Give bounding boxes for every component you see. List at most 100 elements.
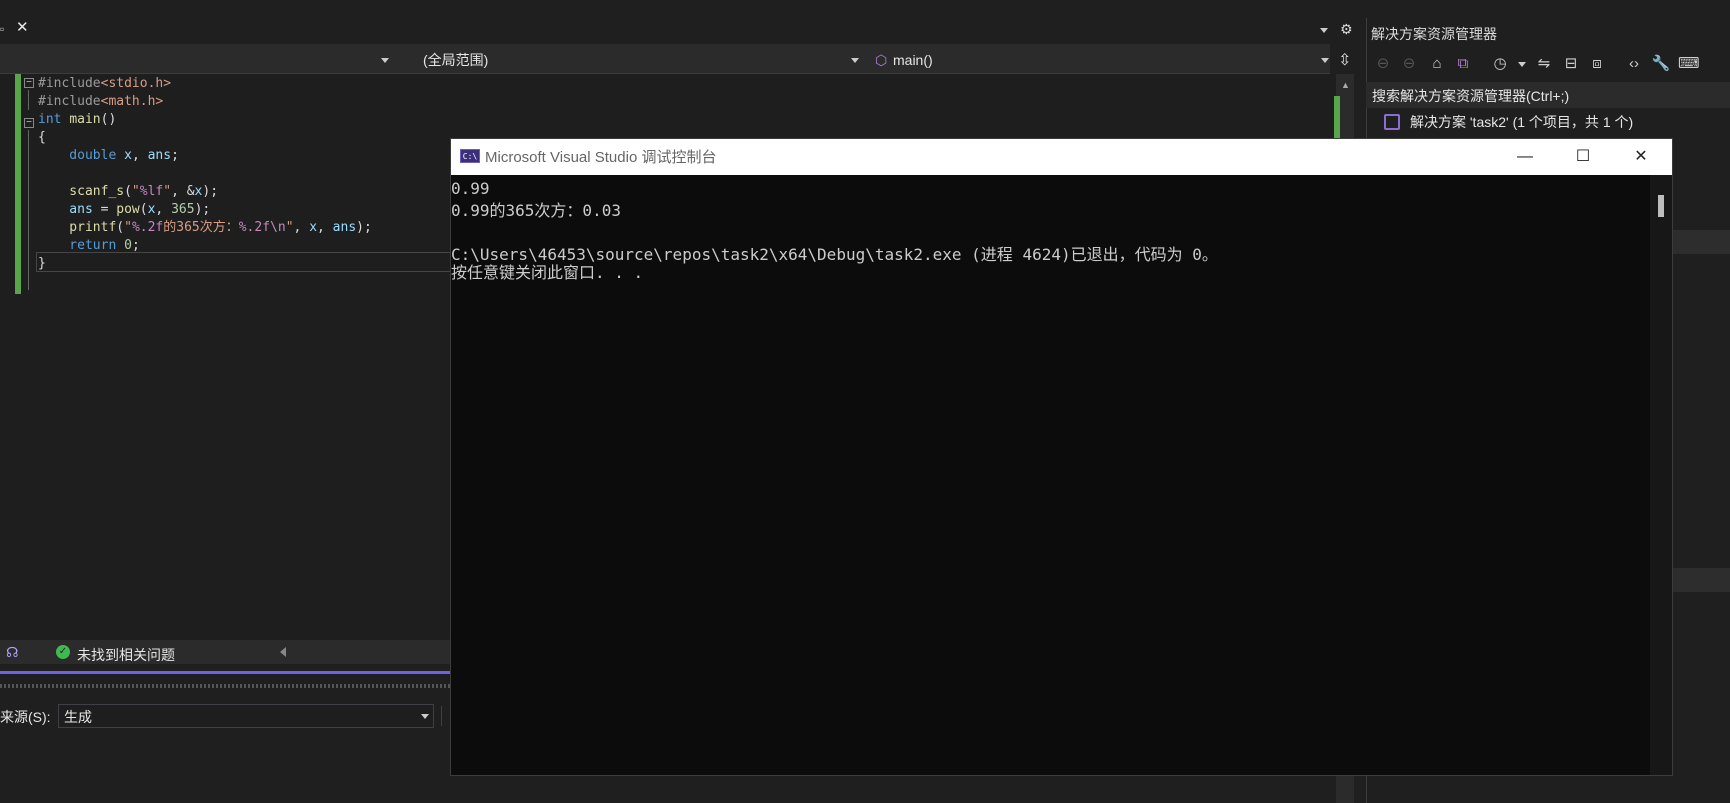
editor-tab-bar (0, 18, 1350, 44)
home-icon[interactable]: ⌂ (1427, 54, 1447, 74)
code-token: main (69, 112, 101, 127)
view-code-icon[interactable]: ‹› (1624, 54, 1644, 74)
code-line[interactable]: double x, ans; (38, 146, 179, 166)
code-token: ); (356, 220, 372, 235)
code-token: , (155, 202, 172, 217)
code-line[interactable]: scanf_s("%lf", &x); (38, 182, 218, 202)
code-token: x (309, 220, 318, 235)
code-token: = (92, 202, 117, 217)
scope-combo[interactable]: (全局范围) (402, 48, 862, 70)
project-combo[interactable] (0, 48, 392, 70)
code-token: 365 (171, 202, 195, 217)
console-scrollbar[interactable] (1650, 175, 1672, 775)
sync-icon[interactable]: ⇋ (1534, 54, 1554, 74)
code-line[interactable]: #include<math.h> (38, 92, 163, 112)
solution-tree-item[interactable]: 解决方案 'task2' (1 个项目，共 1 个) (1410, 112, 1633, 132)
console-line: 0.99的365次方：0.03 (451, 201, 621, 220)
minimize-button[interactable]: — (1497, 139, 1553, 175)
properties-wrench-icon[interactable]: 🔧 (1651, 54, 1671, 74)
gear-icon[interactable]: ⚙ (1340, 21, 1353, 38)
switch-views-icon[interactable]: ⧉ (1453, 54, 1473, 74)
collapse-all-icon[interactable]: ⊟ (1561, 54, 1581, 74)
code-token: ( (116, 220, 125, 235)
pin-icon[interactable]: ▫ (0, 22, 8, 36)
code-token: <math.h> (100, 94, 164, 109)
solution-explorer-title: 解决方案资源管理器 (1371, 26, 1497, 42)
chevron-down-icon (381, 58, 389, 63)
console-line: 按任意键关闭此窗口. . . (451, 263, 644, 282)
code-token: ; (131, 238, 140, 253)
code-token: { (38, 130, 46, 145)
code-token: ans (38, 202, 93, 217)
code-token: scanf_s (38, 184, 125, 199)
code-line[interactable]: return 0; (38, 236, 140, 256)
toolbar-divider (441, 706, 442, 726)
close-tab-icon[interactable]: ✕ (16, 20, 32, 36)
code-token: #include (38, 76, 101, 91)
code-token: " (163, 184, 172, 199)
close-button[interactable]: ✕ (1613, 139, 1669, 175)
tab-list-dropdown-icon[interactable] (1320, 28, 1328, 33)
output-panel (0, 674, 450, 803)
console-line: 0.99 (451, 179, 490, 198)
fold-guide (28, 130, 29, 290)
show-all-files-icon[interactable]: ⧈ (1587, 54, 1607, 74)
member-combo[interactable]: ⬡ main() (870, 48, 1330, 70)
code-line[interactable]: } (38, 254, 46, 274)
output-source-select[interactable]: 生成 (58, 704, 434, 728)
collapse-icon[interactable]: − (24, 118, 34, 128)
code-token: %.2f (131, 220, 164, 235)
chevron-down-icon[interactable] (1518, 62, 1526, 67)
code-token: 0 (124, 238, 132, 253)
code-token: ( (139, 202, 148, 217)
code-token: 的365次方： (163, 220, 239, 235)
code-token: , & (171, 184, 195, 199)
member-combo-value: main() (893, 52, 933, 68)
scroll-left-icon[interactable] (280, 647, 286, 657)
code-token: , (317, 220, 333, 235)
code-line[interactable]: int main() (38, 110, 116, 130)
cube-icon: ⬡ (875, 52, 888, 68)
solution-search-box[interactable]: 搜索解决方案资源管理器(Ctrl+;) (1366, 82, 1730, 108)
code-token: ; (171, 148, 179, 163)
check-circle-icon: ✓ (56, 645, 70, 659)
code-line[interactable]: ans = pow(x, 365); (38, 200, 210, 220)
forward-icon[interactable]: ⊖ (1399, 54, 1419, 74)
code-line[interactable]: { (38, 128, 46, 148)
scroll-up-icon[interactable]: ▲ (1341, 80, 1350, 90)
maximize-button[interactable]: ☐ (1555, 139, 1611, 175)
console-title: Microsoft Visual Studio 调试控制台 (485, 149, 717, 166)
issues-status-text[interactable]: 未找到相关问题 (77, 645, 175, 665)
code-token: double (38, 148, 117, 163)
preview-icon[interactable]: ⌨ (1678, 54, 1700, 74)
collapse-icon[interactable]: − (24, 78, 34, 88)
panel-gripper[interactable] (0, 684, 450, 688)
console-scrollbar-thumb[interactable] (1658, 195, 1664, 217)
pending-changes-icon[interactable]: ◷ (1490, 54, 1510, 74)
solution-icon (1384, 114, 1400, 130)
intellicode-icon[interactable]: ☊ (6, 644, 18, 661)
code-token: ); (194, 202, 211, 217)
console-app-icon: C:\ (460, 149, 480, 163)
code-token: <stdio.h> (100, 76, 172, 91)
code-line[interactable]: #include<stdio.h> (38, 74, 171, 94)
code-token: () (100, 112, 117, 127)
code-token: x (124, 148, 132, 163)
debug-console-window[interactable] (450, 138, 1673, 776)
code-token: pow (116, 202, 140, 217)
split-window-icon[interactable]: ⇳ (1338, 50, 1351, 70)
code-line[interactable]: printf("%.2f的365次方：%.2f\n", x, ans); (38, 218, 372, 238)
change-tracking-bar (15, 74, 21, 294)
code-token: " (131, 184, 140, 199)
chevron-down-icon (851, 58, 859, 63)
code-token: #include (38, 94, 101, 109)
code-token: ans (332, 220, 357, 235)
code-token: ); (202, 184, 219, 199)
code-token: , (131, 148, 148, 163)
code-token: ans (147, 148, 172, 163)
back-icon[interactable]: ⊖ (1373, 54, 1393, 74)
scope-combo-value: (全局范围) (423, 52, 489, 68)
output-source-label: 来源(S): (0, 709, 51, 725)
code-token: \n (270, 220, 286, 235)
